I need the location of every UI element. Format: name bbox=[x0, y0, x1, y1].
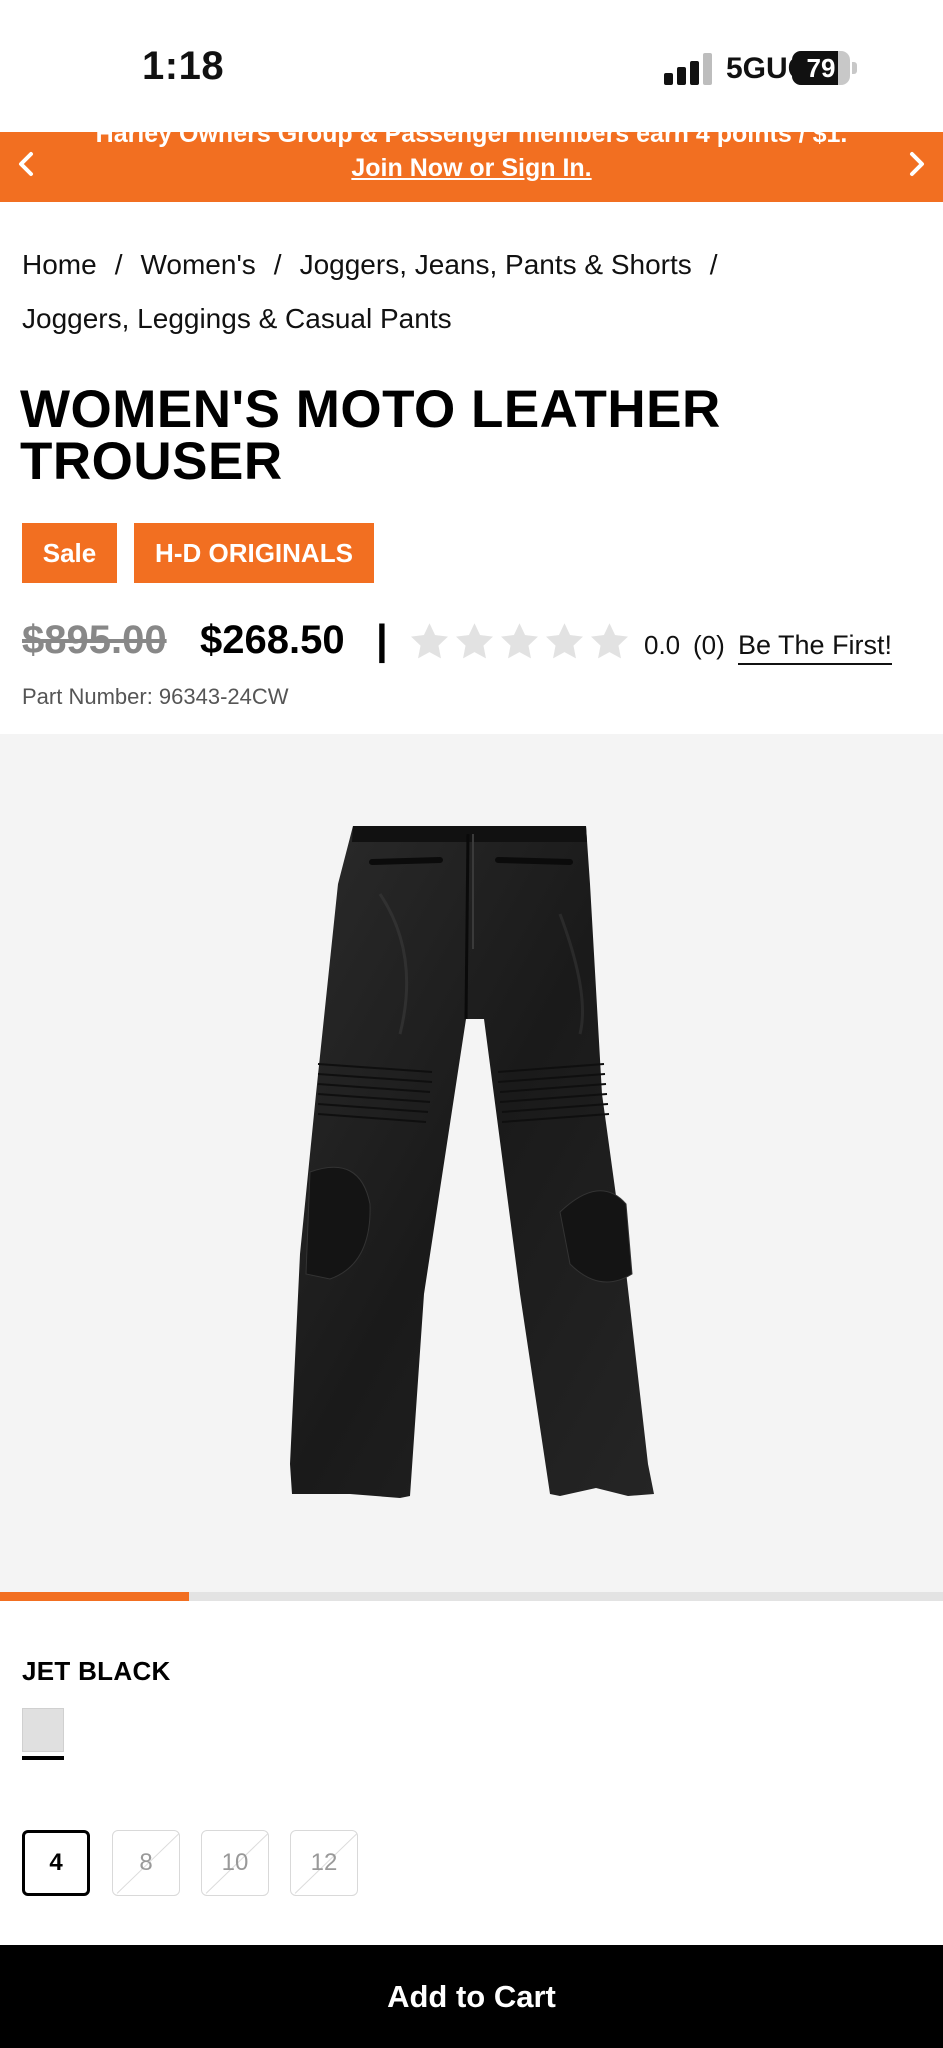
size-label: 12 bbox=[310, 1849, 338, 1876]
promo-banner: Harley Owners Group & Passenger members … bbox=[0, 132, 943, 202]
join-sign-in-link[interactable]: Join Now or Sign In. bbox=[351, 154, 591, 182]
size-option-4[interactable]: 4 bbox=[22, 1830, 90, 1896]
sale-price: $268.50 bbox=[200, 618, 345, 662]
promo-text: Harley Owners Group & Passenger members … bbox=[95, 132, 848, 148]
signal-icon bbox=[664, 53, 712, 85]
size-option-10[interactable]: 10 bbox=[201, 1830, 269, 1896]
breadcrumb-separator: / bbox=[114, 249, 123, 280]
star-icon bbox=[501, 623, 538, 659]
rating-count: (0) bbox=[693, 630, 725, 660]
product-title: WOMEN'S MOTO LEATHER TROUSER bbox=[20, 383, 900, 491]
status-time: 1:18 bbox=[142, 44, 225, 88]
hd-originals-badge[interactable]: H-D ORIGINALS bbox=[134, 523, 374, 583]
add-to-cart-button[interactable]: Add to Cart bbox=[0, 1945, 943, 2048]
be-the-first-link[interactable]: Be The First! bbox=[738, 630, 893, 665]
breadcrumb-separator: / bbox=[709, 249, 718, 280]
image-carousel-progress-fill bbox=[0, 1592, 189, 1601]
part-number: Part Number: 96343-24CW bbox=[22, 684, 289, 709]
size-label: 8 bbox=[139, 1849, 153, 1876]
rating-value: 0.0 bbox=[644, 630, 681, 660]
color-swatch-jet-black[interactable] bbox=[22, 1708, 64, 1752]
sale-badge: Sale bbox=[22, 523, 117, 583]
battery-level: 79 bbox=[806, 53, 836, 83]
chevron-left-icon[interactable] bbox=[6, 144, 46, 184]
leather-trouser-image bbox=[290, 826, 654, 1498]
image-carousel-progress bbox=[0, 1592, 943, 1601]
star-icon bbox=[456, 623, 493, 659]
size-option-12[interactable]: 12 bbox=[290, 1830, 358, 1896]
size-label: 4 bbox=[49, 1849, 63, 1876]
color-name: JET BLACK bbox=[22, 1656, 171, 1686]
breadcrumb-home[interactable]: Home bbox=[22, 249, 97, 280]
product-title-line2: TROUSER bbox=[20, 432, 283, 491]
price-row: $895.00 $268.50 | 0.0 (0) Be The First! bbox=[22, 616, 932, 672]
rating-stars[interactable] bbox=[408, 620, 631, 666]
size-option-8[interactable]: 8 bbox=[112, 1830, 180, 1896]
chevron-right-icon[interactable] bbox=[897, 144, 937, 184]
breadcrumb-joggers-jeans[interactable]: Joggers, Jeans, Pants & Shorts bbox=[300, 249, 692, 280]
original-price: $895.00 bbox=[22, 618, 167, 662]
breadcrumb-joggers-leggings[interactable]: Joggers, Leggings & Casual Pants bbox=[22, 303, 452, 334]
star-icon bbox=[546, 623, 583, 659]
size-label: 10 bbox=[221, 1849, 249, 1876]
breadcrumb-separator: / bbox=[273, 249, 282, 280]
product-title-line1: WOMEN'S MOTO LEATHER bbox=[20, 380, 721, 439]
battery-icon: 79 bbox=[792, 51, 857, 85]
star-icon bbox=[591, 623, 628, 659]
breadcrumb-womens[interactable]: Women's bbox=[140, 249, 255, 280]
swatch-selected-indicator bbox=[22, 1756, 64, 1760]
product-image[interactable] bbox=[0, 734, 943, 1592]
price-separator: | bbox=[376, 616, 388, 663]
status-bar: 1:18 5GUC 79 bbox=[0, 0, 943, 132]
breadcrumb: Home / Women's / Joggers, Jeans, Pants & Sho… bbox=[22, 238, 922, 346]
star-icon bbox=[411, 623, 448, 659]
